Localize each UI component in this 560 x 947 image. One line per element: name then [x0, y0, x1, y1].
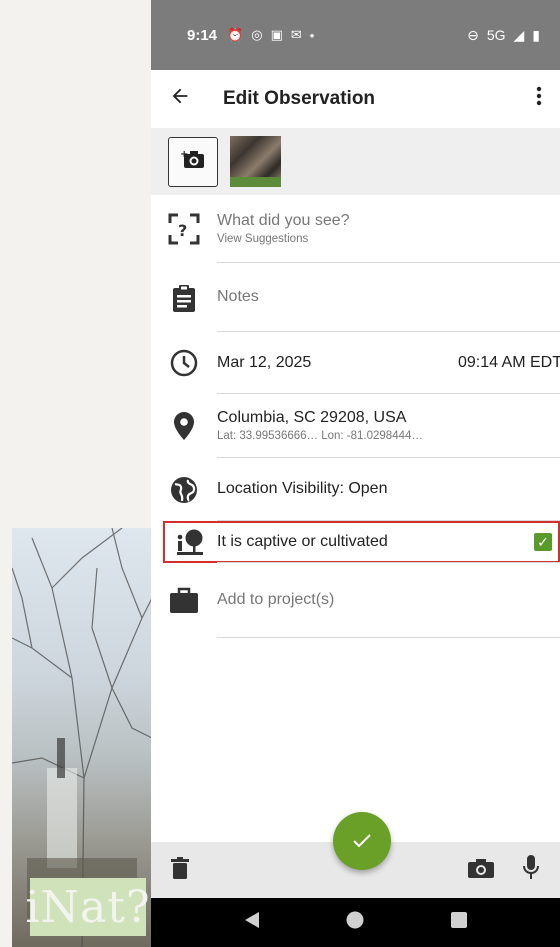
page-title: Edit Observation [223, 88, 376, 109]
location-pin-icon [151, 412, 217, 440]
status-notification-icons: ⏰ ◎ ▣ ✉ • [227, 27, 314, 43]
datetime-row[interactable]: Mar 12, 2025 09:14 AM EDT [151, 332, 560, 394]
add-photo-icon: + [180, 148, 206, 175]
system-navigation-bar [151, 898, 560, 947]
signal-icon: ◢ [513, 26, 525, 43]
captive-plant-icon [163, 529, 217, 555]
clock-icon [151, 349, 217, 377]
incognito-icon: ◎ [251, 27, 263, 42]
calendar-icon: ▣ [270, 27, 283, 42]
network-label: 5G [486, 27, 506, 43]
check-icon: ✓ [537, 533, 549, 550]
captive-checkbox[interactable]: ✓ [534, 533, 552, 551]
location-coordinates: Lat: 33.99536666… Lon: -81.0298444… [217, 430, 423, 442]
location-visibility-row[interactable]: Location Visibility: Open [151, 458, 560, 521]
add-photo-button[interactable]: + [168, 136, 218, 187]
species-scan-icon: ? [151, 212, 217, 246]
svg-text:?: ? [178, 221, 187, 240]
globe-icon [151, 476, 217, 504]
notes-row[interactable]: Notes [151, 263, 560, 332]
trash-icon[interactable] [171, 856, 189, 884]
clipboard-icon [151, 284, 217, 312]
nav-back-icon[interactable] [244, 912, 259, 933]
alarm-icon: ⏰ [227, 27, 244, 42]
check-icon [353, 828, 371, 854]
overflow-menu-icon[interactable] [536, 86, 542, 112]
observation-photo-thumbnail[interactable] [230, 136, 281, 187]
save-observation-button[interactable] [333, 812, 391, 870]
species-row[interactable]: ? What did you see? View Suggestions [151, 195, 560, 263]
phone-screen: 9:14 ⏰ ◎ ▣ ✉ • ⊖ 5G ◢ ▮ Edit Observation… [151, 0, 560, 947]
briefcase-icon [151, 587, 217, 613]
observation-time[interactable]: 09:14 AM EDT [458, 354, 560, 372]
nav-recents-icon[interactable] [450, 912, 467, 933]
view-suggestions-link[interactable]: View Suggestions [217, 233, 560, 245]
battery-icon: ▮ [532, 26, 540, 43]
inat-watermark: iNat? [25, 878, 150, 936]
add-to-projects[interactable]: Add to project(s) [217, 591, 560, 609]
location-row[interactable]: Columbia, SC 29208, USA Lat: 33.99536666… [151, 394, 560, 458]
species-prompt: What did you see? [217, 212, 350, 229]
status-right: ⊖ 5G ◢ ▮ [467, 27, 540, 44]
app-bar: Edit Observation [151, 70, 560, 128]
camera-icon[interactable] [468, 858, 494, 883]
dnd-icon: ⊖ [467, 26, 479, 43]
gmail-icon: ✉ [290, 27, 302, 42]
status-time: 9:14 [187, 26, 218, 44]
captive-label: It is captive or cultivated [217, 533, 388, 550]
dot-icon: • [309, 27, 315, 43]
projects-row[interactable]: Add to project(s) [151, 562, 560, 638]
nav-home-icon[interactable] [346, 911, 364, 934]
microphone-icon[interactable] [522, 854, 540, 886]
captive-row[interactable]: It is captive or cultivated ✓ [163, 521, 560, 563]
notes-field[interactable]: Notes [217, 288, 560, 306]
location-visibility-label: Location Visibility: Open [217, 480, 388, 497]
status-bar: 9:14 ⏰ ◎ ▣ ✉ • ⊖ 5G ◢ ▮ [151, 0, 560, 70]
location-place: Columbia, SC 29208, USA [217, 409, 407, 426]
photo-strip: + [151, 128, 560, 195]
observation-date[interactable]: Mar 12, 2025 [217, 354, 311, 372]
back-arrow-icon[interactable] [169, 85, 209, 114]
